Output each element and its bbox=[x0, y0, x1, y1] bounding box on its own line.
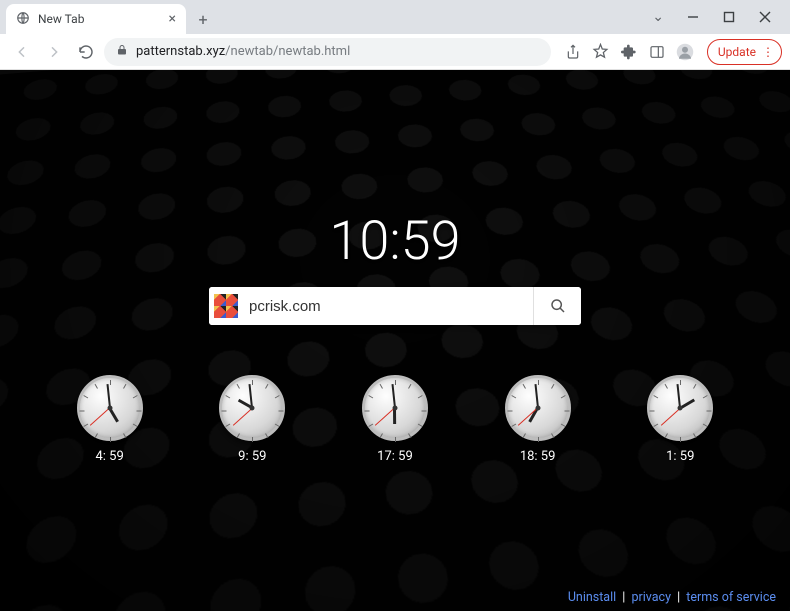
clock-face bbox=[362, 375, 428, 441]
clock-time-label: 18: 59 bbox=[520, 449, 556, 464]
tab-title: New Tab bbox=[38, 12, 84, 26]
clock-face bbox=[647, 375, 713, 441]
terms-link[interactable]: terms of service bbox=[686, 590, 776, 605]
browser-toolbar: patternstab.xyz/newtab/newtab.html Updat… bbox=[0, 34, 790, 70]
browser-titlebar: New Tab × + ⌄ bbox=[0, 0, 790, 34]
search-input[interactable] bbox=[243, 287, 533, 325]
back-button[interactable] bbox=[8, 38, 36, 66]
world-clocks-row: 4: 59 9: 59 17: 59 18: 59 1: 59 bbox=[0, 375, 790, 464]
world-clock: 9: 59 bbox=[219, 375, 285, 464]
world-clock: 18: 59 bbox=[505, 375, 571, 464]
new-tab-button[interactable]: + bbox=[190, 6, 216, 32]
clock-face bbox=[77, 375, 143, 441]
sidepanel-icon[interactable] bbox=[643, 38, 671, 66]
url-text: patternstab.xyz/newtab/newtab.html bbox=[136, 44, 350, 59]
chevron-down-icon[interactable]: ⌄ bbox=[652, 9, 664, 25]
main-clock-time: 10:59 bbox=[329, 210, 460, 273]
update-label: Update bbox=[718, 45, 756, 59]
maximize-button[interactable] bbox=[712, 3, 746, 31]
search-icon bbox=[550, 298, 566, 314]
address-bar[interactable]: patternstab.xyz/newtab/newtab.html bbox=[104, 38, 551, 66]
world-clock: 4: 59 bbox=[77, 375, 143, 464]
share-icon[interactable] bbox=[559, 38, 587, 66]
update-button[interactable]: Update ⋮ bbox=[707, 39, 782, 65]
clock-face bbox=[505, 375, 571, 441]
close-window-button[interactable] bbox=[748, 3, 782, 31]
minimize-button[interactable] bbox=[676, 3, 710, 31]
lock-icon bbox=[116, 44, 128, 60]
search-logo-icon bbox=[209, 287, 243, 325]
bookmark-star-icon[interactable] bbox=[587, 38, 615, 66]
uninstall-link[interactable]: Uninstall bbox=[568, 590, 616, 605]
forward-button[interactable] bbox=[40, 38, 68, 66]
search-bar bbox=[209, 287, 581, 325]
clock-time-label: 1: 59 bbox=[666, 449, 694, 464]
extensions-icon[interactable] bbox=[615, 38, 643, 66]
clock-time-label: 17: 59 bbox=[377, 449, 413, 464]
page-content: 10:59 4: 59 9: 59 17: 59 18: 59 1: 59 Uninst… bbox=[0, 70, 790, 611]
clock-time-label: 4: 59 bbox=[96, 449, 124, 464]
privacy-link[interactable]: privacy bbox=[631, 590, 671, 605]
clock-time-label: 9: 59 bbox=[238, 449, 266, 464]
close-tab-icon[interactable]: × bbox=[169, 11, 176, 27]
profile-icon[interactable] bbox=[671, 38, 699, 66]
world-clock: 17: 59 bbox=[362, 375, 428, 464]
browser-tab[interactable]: New Tab × bbox=[6, 4, 186, 34]
reload-button[interactable] bbox=[72, 38, 100, 66]
world-clock: 1: 59 bbox=[647, 375, 713, 464]
search-button[interactable] bbox=[533, 287, 581, 325]
globe-icon bbox=[16, 11, 30, 28]
menu-dots-icon: ⋮ bbox=[762, 45, 773, 59]
clock-face bbox=[219, 375, 285, 441]
footer-links: Uninstall | privacy | terms of service bbox=[568, 590, 776, 605]
